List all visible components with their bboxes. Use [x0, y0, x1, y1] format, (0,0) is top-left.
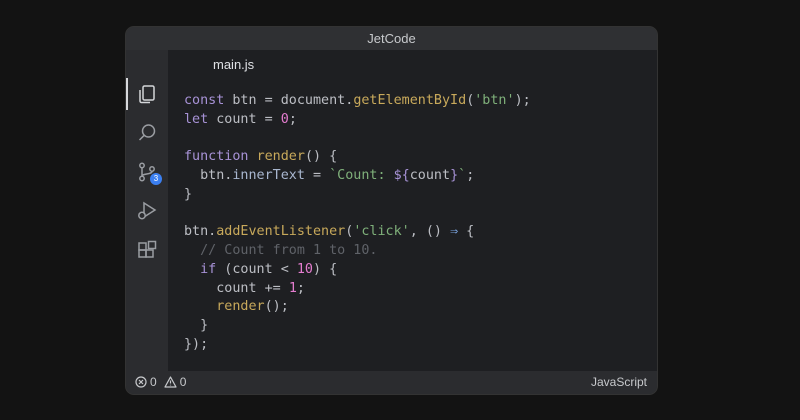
- code-token: count +=: [184, 280, 289, 296]
- extensions-icon[interactable]: [135, 239, 159, 263]
- code-token: 'btn': [474, 93, 515, 108]
- code-line[interactable]: ​: [184, 205, 531, 224]
- ide-window: JetCode 3 main.js const btn = document.g…: [126, 27, 657, 394]
- code-token: ⇒: [450, 224, 459, 240]
- code-token: let: [184, 111, 209, 127]
- code-token: 'click': [353, 224, 410, 240]
- code-token: count =: [208, 111, 281, 127]
- warning-count: 0: [179, 375, 187, 389]
- code-editor[interactable]: const btn = document.getElementById('btn…: [184, 92, 531, 355]
- code-token: });: [184, 336, 209, 352]
- code-token: , (): [409, 224, 451, 240]
- code-token: ;: [296, 280, 305, 296]
- code-line[interactable]: ​: [184, 130, 531, 149]
- code-token: }: [184, 318, 209, 333]
- code-token: (count <: [216, 261, 297, 277]
- code-token: =: [304, 168, 330, 183]
- window-title: JetCode: [367, 31, 416, 46]
- code-token: render: [216, 299, 265, 315]
- code-token: render: [256, 149, 305, 165]
- problems-indicator[interactable]: 0 0: [135, 375, 190, 389]
- code-line[interactable]: let count = 0;: [184, 111, 531, 130]
- code-token: ();: [264, 299, 289, 315]
- active-indicator: [126, 78, 128, 110]
- code-token: }: [184, 186, 193, 202]
- source-control-icon[interactable]: 3: [135, 160, 162, 185]
- code-token: ) {: [313, 261, 338, 277]
- code-line[interactable]: btn.innerText = `Count: ${count}`;: [184, 167, 531, 186]
- editor-pane: main.js const btn = document.getElementB…: [168, 50, 657, 371]
- code-token: btn = document.: [224, 93, 354, 108]
- code-token: addEventListener: [216, 224, 346, 240]
- code-line[interactable]: }: [184, 186, 531, 205]
- search-icon[interactable]: [135, 121, 159, 145]
- code-token: btn.: [184, 168, 233, 183]
- run-debug-icon[interactable]: [135, 199, 159, 223]
- code-line[interactable]: btn.addEventListener('click', () ⇒ {: [184, 223, 531, 242]
- code-line[interactable]: });: [184, 336, 531, 355]
- code-token: () {: [304, 149, 338, 165]
- code-token: {: [458, 224, 475, 240]
- title-bar: JetCode: [126, 27, 657, 50]
- code-token: const: [184, 93, 225, 108]
- code-token: ;: [466, 168, 475, 183]
- code-token: ${: [393, 168, 410, 183]
- code-line[interactable]: function render() {: [184, 148, 531, 167]
- error-count: 0: [150, 375, 157, 389]
- code-token: 0: [280, 111, 289, 127]
- code-token: btn.: [184, 224, 217, 240]
- code-line[interactable]: count += 1;: [184, 280, 531, 299]
- tab-bar: main.js: [168, 50, 657, 80]
- source-control-badge: 3: [150, 173, 162, 185]
- code-token: );: [514, 93, 531, 108]
- code-token: if: [200, 261, 217, 277]
- code-line[interactable]: // Count from 1 to 10.: [184, 242, 531, 261]
- code-token: }: [450, 168, 459, 183]
- code-line[interactable]: const btn = document.getElementById('btn…: [184, 92, 531, 111]
- status-bar: 0 0 JavaScript: [126, 371, 657, 394]
- code-token: function: [184, 149, 249, 165]
- warning-icon: [164, 376, 177, 388]
- code-token: // Count from 1 to 10.: [184, 243, 378, 258]
- code-token: `Count:: [329, 168, 394, 183]
- code-token: count: [409, 168, 451, 183]
- tab-main-js[interactable]: main.js: [213, 57, 254, 72]
- language-mode[interactable]: JavaScript: [591, 375, 647, 389]
- code-token: 10: [296, 261, 313, 277]
- code-token: innerText: [232, 168, 305, 183]
- error-icon: [135, 376, 147, 388]
- files-icon[interactable]: [135, 82, 159, 106]
- code-token: `: [458, 168, 467, 183]
- code-token: 1: [288, 280, 297, 296]
- code-line[interactable]: }: [184, 317, 531, 336]
- activity-bar: 3: [126, 50, 168, 371]
- code-token: getElementById: [353, 93, 467, 108]
- code-line[interactable]: if (count < 10) {: [184, 261, 531, 280]
- code-token: ;: [288, 111, 297, 127]
- code-line[interactable]: render();: [184, 298, 531, 317]
